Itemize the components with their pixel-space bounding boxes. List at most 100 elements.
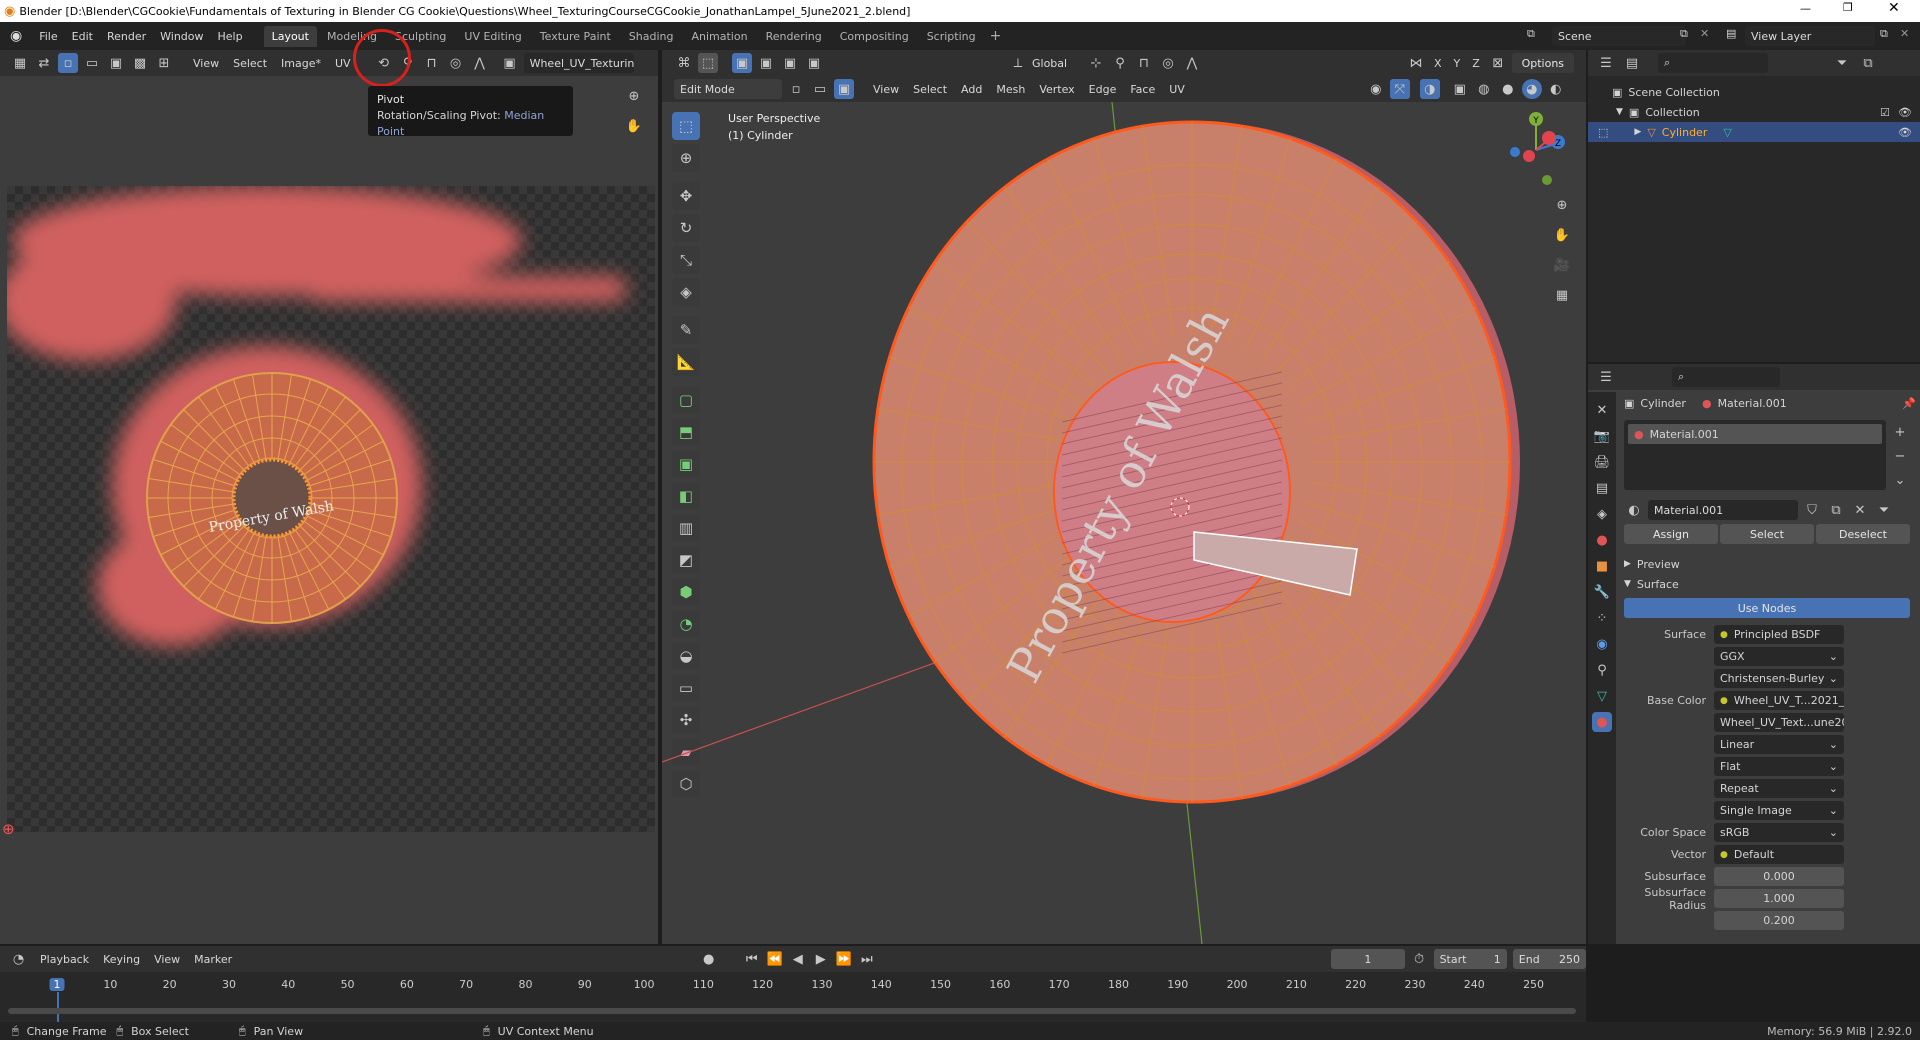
select-mode-subtract-icon[interactable]: ▣ — [780, 53, 800, 73]
solid-shading-icon[interactable]: ● — [1498, 79, 1518, 99]
prev-keyframe-icon[interactable]: ⏪ — [766, 949, 783, 969]
scene-tab-icon[interactable]: ◈ — [1592, 504, 1612, 524]
vertex-mode-icon[interactable]: ▫ — [786, 79, 806, 99]
interpolation-dropdown[interactable]: Linear ⌄ — [1714, 735, 1844, 754]
timeline-editor-icon[interactable]: ◔ — [10, 949, 27, 969]
exclude-checkbox[interactable]: ☑ — [1880, 106, 1890, 119]
falloff-icon[interactable]: ⋀ — [1182, 53, 1202, 73]
particles-tab-icon[interactable]: ⁘ — [1592, 608, 1612, 628]
base-color-field[interactable]: ●Wheel_UV_T...2021_4.png — [1714, 691, 1844, 710]
tab-animation[interactable]: Animation — [683, 26, 755, 47]
image-browse-icon[interactable]: ▣ — [500, 53, 520, 73]
transform-orientation-icon[interactable]: ⟂ — [1008, 53, 1028, 73]
new-collection-icon[interactable]: ⧉ — [1858, 53, 1878, 73]
rendered-shading-icon[interactable]: ◐ — [1546, 79, 1566, 99]
mirror-icon[interactable]: ⋈ — [1406, 53, 1426, 73]
proportional-edit-icon[interactable]: ◎ — [446, 53, 466, 73]
properties-editor-icon[interactable]: ☰ — [1596, 367, 1616, 387]
new-scene-icon[interactable]: ⧉ — [1680, 27, 1688, 41]
island-select-icon[interactable]: ▩ — [130, 53, 150, 73]
maximize-button[interactable]: ❐ — [1843, 1, 1853, 14]
surface-shader-field[interactable]: ● Principled BSDF — [1714, 625, 1844, 644]
record-icon[interactable]: ● — [700, 949, 717, 969]
remove-slot-icon[interactable]: − — [1890, 446, 1910, 466]
transform-orientation-field[interactable]: Global — [1032, 57, 1082, 70]
properties-search[interactable]: ⌕ — [1672, 367, 1780, 387]
mode-dropdown[interactable]: Edit Mode — [674, 79, 782, 99]
color-space-dropdown[interactable]: sRGB ⌄ — [1714, 823, 1844, 842]
material-slot[interactable]: ● Material.001 — [1628, 424, 1882, 444]
timeline-scrollbar[interactable] — [8, 1008, 1576, 1014]
subsurface-radius-y[interactable]: 0.200 — [1714, 911, 1844, 930]
xray-icon[interactable]: ▣ — [1450, 79, 1470, 99]
output-tab-icon[interactable]: 🖨 — [1592, 452, 1612, 472]
face-mode-icon[interactable]: ▣ — [834, 79, 854, 99]
mirror-z[interactable]: Z — [1468, 57, 1484, 70]
visibility-eye-icon[interactable]: 👁 — [1898, 126, 1912, 139]
world-tab-icon[interactable]: ● — [1592, 530, 1612, 550]
select-mode-intersect-icon[interactable]: ▣ — [804, 53, 824, 73]
data-tab-icon[interactable]: ▽ — [1592, 686, 1612, 706]
outliner-editor-icon[interactable]: ☰ — [1596, 53, 1616, 73]
menu-view[interactable]: View — [866, 83, 906, 96]
select-box-icon[interactable]: ⬚ — [698, 53, 718, 73]
image-datablock-field[interactable]: Wheel_UV_Text...une2021_4.png — [1714, 713, 1844, 732]
duplicate-icon[interactable]: ⧉ — [1826, 500, 1846, 520]
extension-dropdown[interactable]: Repeat ⌄ — [1714, 779, 1844, 798]
object-tab-icon[interactable]: ■ — [1592, 556, 1612, 576]
vector-field[interactable]: ● Default — [1714, 845, 1844, 864]
pan-hand-icon[interactable]: ✋ — [1552, 225, 1572, 245]
snap-options-icon[interactable]: ⊓ — [422, 53, 442, 73]
view-object-types-icon[interactable]: ◉ — [1366, 79, 1386, 99]
select-button[interactable]: Select — [1720, 524, 1814, 544]
options-button[interactable]: Options — [1511, 53, 1574, 73]
material-browse-icon[interactable]: ◐ — [1624, 500, 1644, 520]
display-mode-icon[interactable]: ▤ — [1622, 53, 1642, 73]
overlay-icon[interactable]: ◑ — [1419, 79, 1440, 99]
filter-icon[interactable]: ⏷ — [1832, 53, 1852, 73]
proportional-edit-icon[interactable]: ◎ — [1158, 53, 1178, 73]
mirror-y[interactable]: Y — [1450, 57, 1465, 70]
menu-window[interactable]: Window — [153, 30, 210, 43]
assign-button[interactable]: Assign — [1624, 524, 1718, 544]
tab-shading[interactable]: Shading — [621, 26, 682, 47]
use-nodes-button[interactable]: Use Nodes — [1624, 598, 1910, 618]
preview-range-icon[interactable]: ⏱ — [1411, 949, 1428, 969]
menu-uv[interactable]: UV — [1162, 83, 1192, 96]
auto-merge-icon[interactable]: ⊠ — [1488, 53, 1508, 73]
visibility-eye-icon[interactable]: 👁 — [1898, 106, 1912, 119]
material-tab-icon[interactable]: ● — [1592, 712, 1612, 732]
menu-select[interactable]: Select — [906, 83, 954, 96]
remove-view-layer-icon[interactable]: ✕ — [1900, 27, 1909, 40]
zoom-icon[interactable]: ⊕ — [1552, 195, 1572, 215]
edge-mode-icon[interactable]: ▭ — [810, 79, 830, 99]
play-reverse-icon[interactable]: ◀ — [789, 949, 806, 969]
snap-target-icon[interactable]: ⊓ — [1134, 53, 1154, 73]
surface-panel[interactable]: ▼ Surface — [1624, 574, 1916, 594]
tab-layout[interactable]: Layout — [263, 25, 317, 47]
menu-help[interactable]: Help — [211, 30, 250, 43]
camera-icon[interactable]: 🎥 — [1552, 255, 1572, 275]
menu-edge[interactable]: Edge — [1082, 83, 1124, 96]
edit-mode-icon[interactable]: ⬚ — [1598, 126, 1608, 139]
uv-wheel-mesh[interactable] — [146, 372, 398, 624]
scene-field[interactable]: Scene — [1552, 26, 1686, 46]
viewport-canvas[interactable]: Property of Walsh — [662, 102, 1586, 944]
subsurface-method-dropdown[interactable]: Christensen-Burley ⌄ — [1714, 669, 1844, 688]
add-slot-icon[interactable]: + — [1890, 422, 1910, 442]
menu-keying[interactable]: Keying — [96, 953, 147, 966]
menu-vertex[interactable]: Vertex — [1032, 83, 1081, 96]
falloff-icon[interactable]: ⋀ — [470, 53, 490, 73]
snap-icon[interactable]: ⚲ — [1110, 53, 1130, 73]
remove-scene-icon[interactable]: ✕ — [1700, 27, 1709, 40]
mirror-x[interactable]: X — [1430, 57, 1446, 70]
deselect-button[interactable]: Deselect — [1816, 524, 1910, 544]
tab-compositing[interactable]: Compositing — [832, 26, 917, 47]
expand-icon[interactable]: ▶ — [1634, 127, 1641, 137]
view-layer-tab-icon[interactable]: ▤ — [1592, 478, 1612, 498]
menu-file[interactable]: File — [32, 30, 64, 43]
outliner-search[interactable]: ⌕ — [1658, 53, 1768, 73]
view-layer-icon[interactable]: ▤ — [1726, 27, 1736, 40]
uv-image-canvas[interactable]: Property of Walsh — [7, 186, 655, 832]
view-layer-field[interactable]: View Layer — [1745, 26, 1875, 46]
